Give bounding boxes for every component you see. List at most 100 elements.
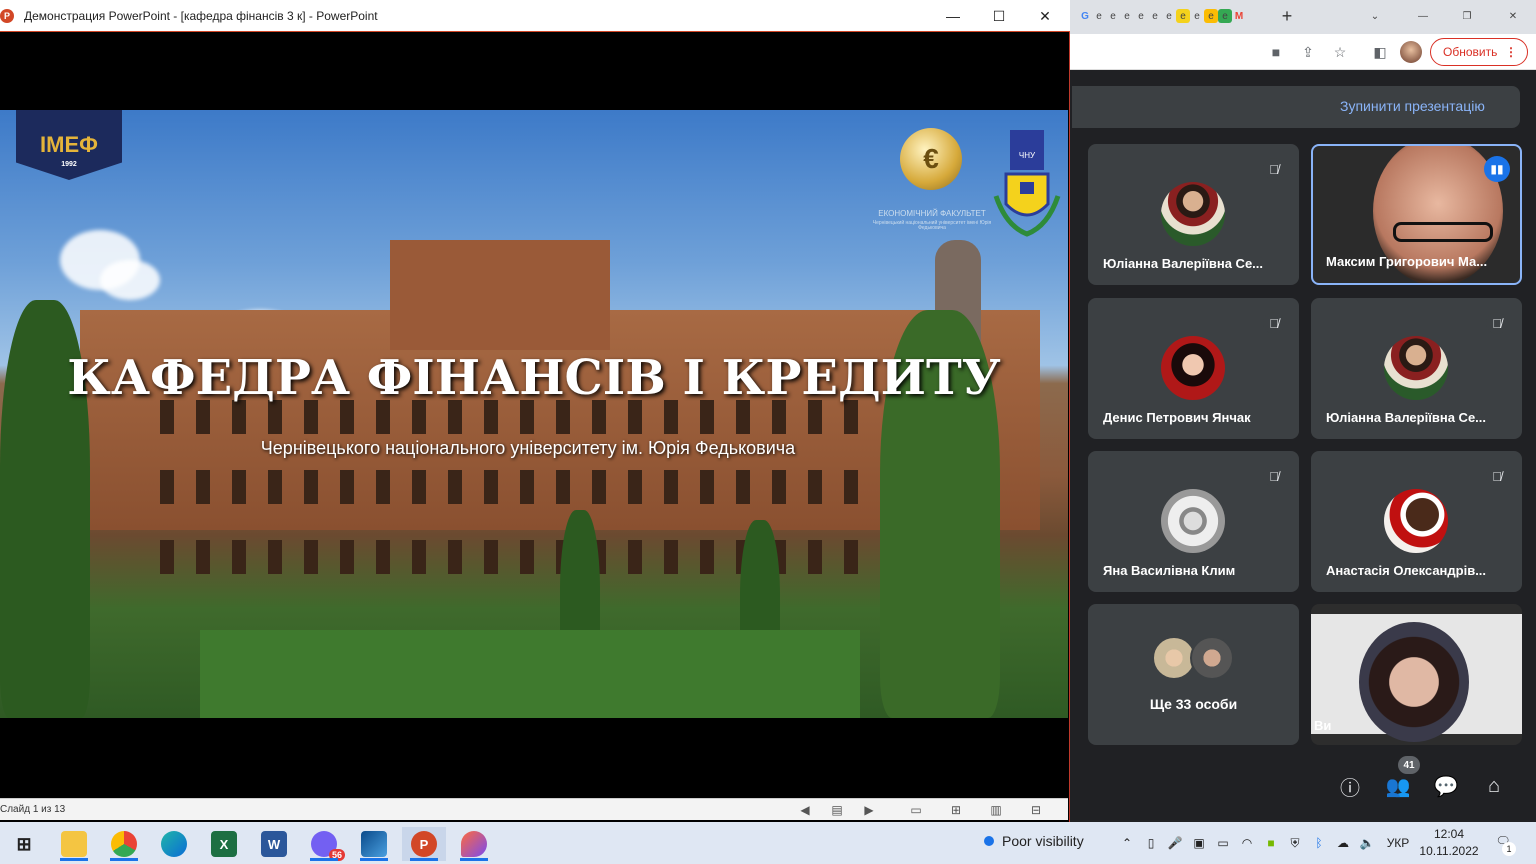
tab-favicon-icon[interactable]: e <box>1106 9 1120 23</box>
camera-in-use-icon[interactable]: ■ <box>1266 42 1286 62</box>
slide-title: КАФЕДРА ФІНАНСІВ І КРЕДИТУ <box>67 350 1001 406</box>
activities-icon[interactable]: ⌂ <box>1480 772 1508 800</box>
system-clock[interactable]: 12:04 10.11.2022 <box>1414 826 1484 860</box>
slide-canvas[interactable]: КАФЕДРА ФІНАНСІВ І КРЕДИТУ Чернівецького… <box>0 110 1068 718</box>
taskbar-app-excel[interactable]: X <box>202 827 246 861</box>
microphone-icon[interactable]: 🎤 <box>1166 834 1184 852</box>
taskbar-app-explorer[interactable] <box>52 827 96 861</box>
edge-icon <box>161 831 187 857</box>
start-button[interactable]: ⊞ <box>2 827 46 861</box>
normal-view-icon[interactable]: ▭ <box>908 802 924 818</box>
meeting-info-icon[interactable]: ⓘ <box>1336 772 1364 800</box>
participant-avatar <box>1384 489 1448 553</box>
chrome-minimize-icon[interactable]: — <box>1416 9 1430 23</box>
new-tab-button[interactable]: + <box>1280 6 1294 26</box>
side-panel-icon[interactable]: ◧ <box>1370 42 1390 62</box>
tab-favicon-icon[interactable]: e <box>1120 9 1134 23</box>
participant-tile[interactable]: 🎙̸ Яна Василівна Клим <box>1088 451 1299 592</box>
share-icon[interactable]: ⇪ <box>1298 42 1318 62</box>
slide-menu-icon[interactable]: ▤ <box>829 802 845 818</box>
nvidia-icon[interactable]: ■ <box>1262 834 1280 852</box>
taskbar-app-paint[interactable] <box>452 827 496 861</box>
device-icon[interactable]: ▯ <box>1142 834 1160 852</box>
taskbar-app-chrome[interactable] <box>102 827 146 861</box>
network-icon[interactable]: ◠ <box>1238 834 1256 852</box>
google-favicon-icon[interactable]: G <box>1078 9 1092 23</box>
tab-search-icon[interactable]: ⌄ <box>1368 9 1382 23</box>
chrome-restore-icon[interactable]: ❐ <box>1460 9 1474 23</box>
tab-favicon-icon[interactable]: e <box>1218 9 1232 23</box>
powerpoint-icon: P <box>411 831 437 857</box>
participant-avatar <box>1384 336 1448 400</box>
mic-off-icon: 🎙̸ <box>1263 158 1285 180</box>
word-icon: W <box>261 831 287 857</box>
tab-favicon-icon[interactable]: e <box>1204 9 1218 23</box>
next-slide-icon[interactable]: ▶ <box>861 802 877 818</box>
economics-faculty-logo-text: ЕКОНОМІЧНИЙ ФАКУЛЬТЕТ Чернівецький націо… <box>872 209 992 232</box>
taskbar-app-edge[interactable] <box>152 827 196 861</box>
self-view-tile[interactable]: Ви <box>1311 604 1522 745</box>
participant-name: Анастасія Олександрів... <box>1326 563 1487 578</box>
participant-tile-active-speaker[interactable]: ▮▮ Максим Григорович Ма... <box>1311 144 1522 285</box>
volume-icon[interactable]: 🔈 <box>1358 834 1376 852</box>
tab-favicon-icon[interactable]: e <box>1176 9 1190 23</box>
tab-favicon-icon[interactable]: e <box>1190 9 1204 23</box>
participant-avatar <box>1161 336 1225 400</box>
clock-time: 12:04 <box>1433 827 1465 841</box>
tab-favicon-icon[interactable]: e <box>1134 9 1148 23</box>
slide-sorter-icon[interactable]: ⊞ <box>948 802 964 818</box>
participant-tile[interactable]: 🎙̸ Анастасія Олександрів... <box>1311 451 1522 592</box>
participant-name: Юліанна Валеріївна Се... <box>1103 256 1264 271</box>
people-count-badge: 41 <box>1398 756 1420 774</box>
maximize-button[interactable]: ☐ <box>976 0 1022 32</box>
economics-faculty-logo: € <box>900 128 962 190</box>
participant-name: Денис Петрович Янчак <box>1103 410 1251 425</box>
window-title: Демонстрация PowerPoint - [кафедра фінан… <box>24 8 378 23</box>
people-icon[interactable]: 👥 <box>1384 772 1412 800</box>
update-button[interactable]: Обновить ⋮ <box>1430 38 1528 66</box>
taskbar-app-viber[interactable]: 56 <box>302 827 346 861</box>
minimize-button[interactable]: — <box>930 0 976 32</box>
taskbar-app-powerpoint[interactable]: P <box>402 827 446 861</box>
language-indicator[interactable]: УКР <box>1384 834 1412 852</box>
econ-logo-subtitle: Чернівецький національний університет ім… <box>872 219 992 232</box>
powerpoint-app-icon: P <box>0 8 14 23</box>
bookmark-star-icon[interactable]: ☆ <box>1330 42 1350 62</box>
notification-count-badge: 1 <box>1502 842 1516 856</box>
onedrive-icon[interactable]: ☁ <box>1334 834 1352 852</box>
slideshow-view-icon[interactable]: ⊟ <box>1028 802 1044 818</box>
participant-tile[interactable]: 🎙̸ Юліанна Валеріївна Се... <box>1088 144 1299 285</box>
taskbar-app-word[interactable]: W <box>252 827 296 861</box>
chnu-text: ЧНУ <box>1019 151 1036 160</box>
tab-favicon-icon[interactable]: e <box>1092 9 1106 23</box>
close-button[interactable]: ✕ <box>1022 0 1068 32</box>
clock-date: 10.11.2022 <box>1419 844 1479 858</box>
more-menu-icon[interactable]: ⋮ <box>1505 45 1517 59</box>
screen-share-icon[interactable]: ▣ <box>1190 834 1208 852</box>
battery-icon[interactable]: ▭ <box>1214 834 1232 852</box>
chat-icon[interactable]: 💬 <box>1432 772 1460 800</box>
tab-favicon-icon[interactable]: e <box>1162 9 1176 23</box>
previous-slide-icon[interactable]: ◀ <box>797 802 813 818</box>
imef-logo-year: 1992 <box>61 161 77 168</box>
participant-tile[interactable]: 🎙̸ Денис Петрович Янчак <box>1088 298 1299 439</box>
taskbar-app-photos[interactable] <box>352 827 396 861</box>
weather-widget[interactable]: Poor visibility <box>984 833 1084 849</box>
participant-tile[interactable]: 🎙̸ Юліанна Валеріївна Се... <box>1311 298 1522 439</box>
chrome-close-icon[interactable]: ✕ <box>1506 9 1520 23</box>
excel-icon: X <box>211 831 237 857</box>
participant-avatar <box>1161 489 1225 553</box>
powerpoint-window: P Демонстрация PowerPoint - [кафедра фін… <box>0 0 1070 822</box>
bluetooth-icon[interactable]: ᛒ <box>1310 834 1328 852</box>
more-participants-tile[interactable]: Ще 33 особи <box>1088 604 1299 745</box>
profile-avatar[interactable] <box>1400 41 1422 63</box>
lawn <box>200 630 860 718</box>
show-hidden-icons-icon[interactable]: ⌃ <box>1118 834 1136 852</box>
gmail-favicon-icon[interactable]: M <box>1232 9 1246 23</box>
participant-name: Яна Василівна Клим <box>1103 563 1236 578</box>
reading-view-icon[interactable]: ▥ <box>988 802 1004 818</box>
security-icon[interactable]: ⛨ <box>1286 834 1304 852</box>
stop-presentation-button[interactable]: Зупинити презентацію <box>1340 98 1485 114</box>
glasses <box>1393 222 1493 242</box>
tab-favicon-icon[interactable]: e <box>1148 9 1162 23</box>
